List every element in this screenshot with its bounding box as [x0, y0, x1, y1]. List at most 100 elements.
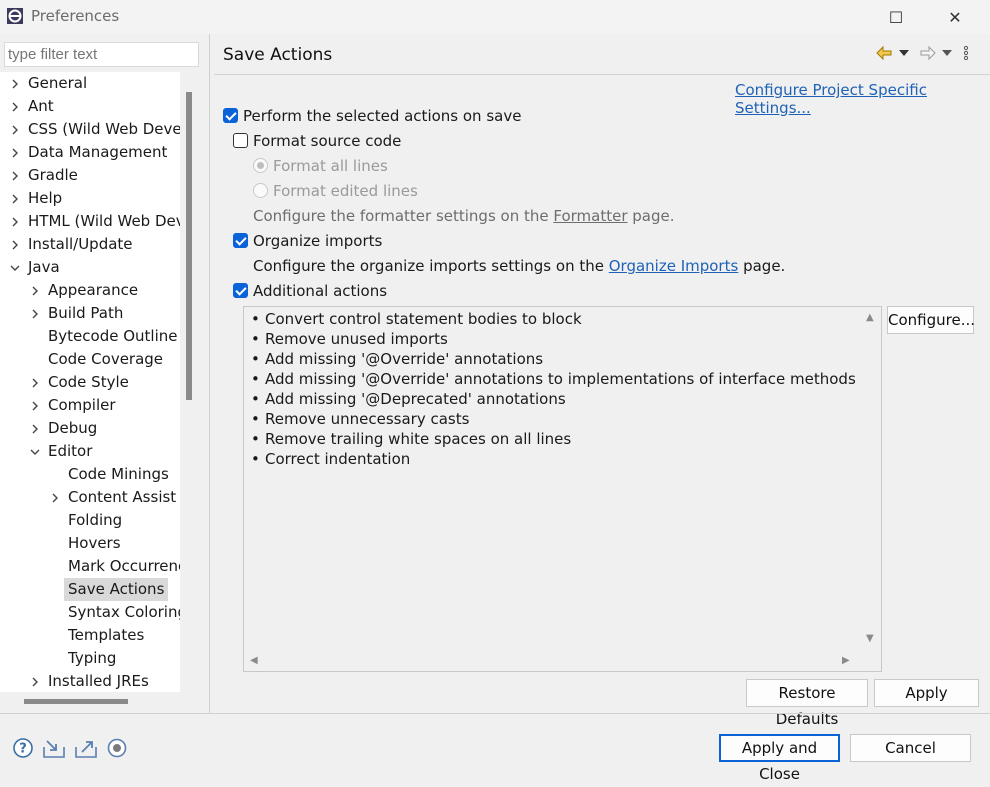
scroll-right-icon[interactable]: ▶ [842, 655, 850, 666]
additional-actions-checkbox[interactable] [233, 283, 248, 298]
tree-item[interactable]: Code Minings [0, 463, 180, 486]
chevron-right-icon[interactable] [10, 148, 20, 158]
additional-actions-list[interactable]: • Convert control statement bodies to blo… [243, 306, 882, 672]
tree-item[interactable]: Content Assist [0, 486, 180, 509]
scroll-up-icon[interactable]: ▲ [866, 312, 874, 323]
tree-item-label: Templates [68, 626, 145, 644]
tree-item[interactable]: Data Management [0, 141, 180, 164]
actions-list: • Convert control statement bodies to blo… [251, 309, 856, 469]
tree-item[interactable]: Code Coverage [0, 348, 180, 371]
tree-item[interactable]: Gradle [0, 164, 180, 187]
organize-imports-link[interactable]: Organize Imports [609, 257, 739, 275]
tree-item-label: CSS (Wild Web Develo [28, 120, 180, 138]
apply-and-close-button[interactable]: Apply and Close [719, 734, 840, 783]
tree-item[interactable]: Syntax Coloring [0, 601, 180, 624]
formatter-link[interactable]: Formatter [553, 207, 627, 225]
tree-item[interactable]: Editor [0, 440, 180, 463]
tree-item[interactable]: Help [0, 187, 180, 210]
chevron-down-icon[interactable] [30, 447, 40, 457]
title-bar: Preferences ☐ ✕ [0, 0, 990, 34]
tree-item[interactable]: Templates [0, 624, 180, 647]
format-source-checkbox[interactable] [233, 133, 248, 148]
cancel-button[interactable]: Cancel [850, 734, 971, 762]
record-icon[interactable] [106, 737, 128, 759]
chevron-right-icon[interactable] [10, 217, 20, 227]
tree-item[interactable]: General [0, 72, 180, 95]
perform-on-save-label: Perform the selected actions on save [243, 107, 522, 125]
more-options-icon[interactable] [963, 45, 969, 61]
tree-item[interactable]: Typing [0, 647, 180, 670]
action-label: Correct indentation [265, 450, 411, 468]
tree-item-label: HTML (Wild Web Deve [28, 212, 180, 230]
tree-item[interactable]: Installed JREs [0, 670, 180, 692]
tree-item-label: Installed JREs [48, 672, 149, 690]
actions-horizontal-scrollbar[interactable]: ◀ ▶ [244, 651, 862, 671]
tree-item[interactable]: Bytecode Outline [0, 325, 180, 348]
tree-item[interactable]: Code Style [0, 371, 180, 394]
scrollbar-thumb[interactable] [24, 699, 128, 704]
chevron-right-icon[interactable] [30, 677, 40, 687]
scrollbar-thumb[interactable] [186, 92, 192, 400]
chevron-right-icon[interactable] [50, 493, 60, 503]
scroll-left-icon[interactable]: ◀ [250, 655, 258, 666]
header-divider [214, 74, 990, 75]
perform-on-save-checkbox[interactable] [223, 108, 238, 123]
tree-item-label: Data Management [28, 143, 168, 161]
organize-imports-checkbox[interactable] [233, 233, 248, 248]
export-icon[interactable] [74, 737, 98, 759]
help-icon[interactable]: ? [12, 737, 34, 759]
chevron-right-icon[interactable] [30, 286, 40, 296]
tree-item[interactable]: Compiler [0, 394, 180, 417]
chevron-down-icon[interactable] [10, 263, 20, 273]
tree-item[interactable]: Folding [0, 509, 180, 532]
tree-item[interactable]: Mark Occurrenc [0, 555, 180, 578]
tree-item[interactable]: Install/Update [0, 233, 180, 256]
chevron-right-icon[interactable] [10, 79, 20, 89]
configure-button[interactable]: Configure... [887, 306, 975, 334]
tree-item[interactable]: Hovers [0, 532, 180, 555]
bullet: • [251, 430, 260, 448]
chevron-right-icon[interactable] [30, 309, 40, 319]
tree-item-label: Appearance [48, 281, 139, 299]
scroll-down-icon[interactable]: ▼ [866, 633, 874, 644]
tree-item[interactable]: HTML (Wild Web Deve [0, 210, 180, 233]
back-arrow-icon[interactable] [875, 45, 893, 61]
chevron-right-icon[interactable] [30, 378, 40, 388]
action-label: Add missing '@Deprecated' annotations [265, 390, 566, 408]
action-label: Convert control statement bodies to bloc… [265, 310, 582, 328]
tree-item[interactable]: CSS (Wild Web Develo [0, 118, 180, 141]
tree-item[interactable]: Appearance [0, 279, 180, 302]
chevron-right-icon[interactable] [30, 401, 40, 411]
chevron-right-icon[interactable] [30, 424, 40, 434]
format-source-label: Format source code [253, 132, 402, 150]
list-item: • Convert control statement bodies to blo… [251, 309, 856, 329]
restore-defaults-button[interactable]: Restore Defaults [746, 679, 868, 728]
tree-vertical-scrollbar[interactable] [180, 72, 199, 692]
maximize-button[interactable]: ☐ [873, 4, 919, 30]
format-edited-lines-radio[interactable] [253, 183, 268, 198]
apply-button[interactable]: Apply [874, 679, 979, 707]
actions-vertical-scrollbar[interactable]: ▲ ▼ [861, 307, 881, 652]
tree-item[interactable]: Java [0, 256, 180, 279]
import-icon[interactable] [42, 737, 66, 759]
forward-dropdown-icon[interactable] [942, 50, 952, 56]
format-all-lines-radio[interactable] [253, 158, 268, 173]
chevron-right-icon[interactable] [10, 102, 20, 112]
tree-item[interactable]: Build Path [0, 302, 180, 325]
close-button[interactable]: ✕ [932, 4, 978, 30]
configure-project-settings-link[interactable]: Configure Project Specific Settings... [735, 81, 990, 117]
tree-item[interactable]: Ant [0, 95, 180, 118]
tree-item[interactable]: Save Actions [0, 578, 180, 601]
filter-input[interactable] [4, 42, 199, 67]
back-dropdown-icon[interactable] [899, 50, 909, 56]
tree-item-label: Install/Update [28, 235, 133, 253]
chevron-right-icon[interactable] [10, 194, 20, 204]
forward-arrow-icon[interactable] [919, 45, 937, 61]
list-item: • Add missing '@Override' annotations to … [251, 369, 856, 389]
chevron-right-icon[interactable] [10, 125, 20, 135]
organize-imports-note: Configure the organize imports settings … [253, 255, 785, 277]
chevron-right-icon[interactable] [10, 240, 20, 250]
chevron-right-icon[interactable] [10, 171, 20, 181]
tree-horizontal-scrollbar[interactable] [0, 692, 180, 710]
tree-item[interactable]: Debug [0, 417, 180, 440]
